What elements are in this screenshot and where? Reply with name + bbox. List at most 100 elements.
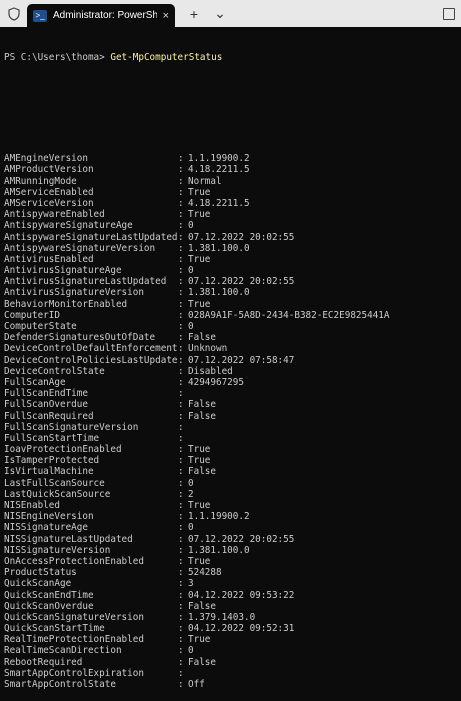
property-name: QuickScanAge — [4, 578, 72, 590]
status-row: IoavProtectionEnabled: True — [4, 444, 457, 455]
property-name: FullScanSignatureVersion — [4, 421, 139, 433]
property-name: RebootRequired — [4, 656, 83, 668]
separator: : — [178, 500, 184, 511]
property-value: Disabled — [188, 365, 233, 377]
property-name: AntivirusSignatureAge — [4, 265, 122, 277]
status-row: ComputerState:0 — [4, 321, 457, 332]
separator: : — [178, 321, 184, 332]
separator: : — [178, 544, 184, 556]
maximize-button[interactable] — [443, 0, 455, 27]
property-name: FullScanStartTime — [4, 432, 100, 444]
status-row: FullScanEndTime: — [4, 388, 457, 399]
property-value: 4294967295 — [188, 376, 244, 388]
status-row: AMEngineVersion:1.1.19900.2 — [4, 153, 457, 164]
separator: : — [178, 589, 184, 601]
property-name: DeviceControlDefaultEnforcement — [4, 343, 178, 355]
separator: : — [178, 432, 184, 444]
separator: : — [178, 645, 184, 657]
status-row: AntivirusEnabled: True — [4, 254, 457, 265]
property-value: 04.12.2022 09:52:31 — [188, 623, 295, 635]
property-value: 0 — [188, 321, 194, 332]
property-value: 04.12.2022 09:53:22 — [188, 589, 295, 601]
separator: : — [178, 276, 184, 288]
property-value: 524288 — [188, 567, 222, 579]
status-row: AntispywareEnabled: True — [4, 209, 457, 220]
separator: : — [178, 376, 184, 388]
separator: : — [178, 623, 184, 635]
property-value: 4.18.2211.5 — [188, 197, 250, 209]
property-name: DeviceControlPoliciesLastUpdated — [4, 354, 178, 366]
status-row: AntivirusSignatureAge:0 — [4, 265, 457, 276]
property-value — [188, 433, 457, 444]
property-value: True — [188, 455, 211, 467]
status-row: OnAccessProtectionEnabled: True — [4, 556, 457, 567]
separator: : — [178, 421, 184, 433]
separator: : — [178, 567, 184, 579]
property-value: False — [188, 600, 216, 612]
property-name: NISSignatureAge — [4, 522, 88, 534]
property-value: 1.379.1403.0 — [188, 611, 256, 623]
tab-powershell[interactable]: >_ Administrator: PowerShell kla × — [27, 4, 175, 27]
status-row: AMServiceEnabled: True — [4, 187, 457, 198]
chevron-down-icon[interactable]: ⌄ — [213, 5, 227, 22]
status-row: NISSignatureAge:0 — [4, 522, 457, 533]
separator: : — [178, 555, 184, 567]
separator: : — [178, 511, 184, 523]
property-name: LastQuickScanSource — [4, 488, 111, 500]
prompt-text: PS C:\Users\thoma> — [4, 52, 111, 64]
property-value: 1.381.100.0 — [188, 242, 250, 254]
status-row: ComputerID:028A9A1F-5A8D-2434-B382-EC2E9… — [4, 310, 457, 321]
maximize-icon — [443, 7, 455, 20]
property-value: 1.1.19900.2 — [188, 511, 250, 523]
property-value: 3 — [188, 578, 194, 590]
status-row: QuickScanSignatureVersion:1.379.1403.0 — [4, 612, 457, 623]
separator: : — [178, 343, 184, 355]
property-value: 07.12.2022 07:58:47 — [188, 354, 295, 366]
status-row: AntispywareSignatureVersion:1.381.100.0 — [4, 243, 457, 254]
property-value: Off — [188, 679, 205, 690]
property-name: FullScanAge — [4, 376, 66, 388]
property-name: ComputerID — [4, 309, 60, 321]
new-tab-button[interactable]: + — [187, 6, 201, 22]
command-text: Get-MpComputerStatus — [110, 52, 223, 64]
status-row: FullScanOverdue: False — [4, 399, 457, 410]
status-row: FullScanRequired: False — [4, 411, 457, 422]
property-value — [188, 422, 457, 433]
status-row: QuickScanOverdue: False — [4, 601, 457, 612]
separator: : — [178, 265, 184, 277]
property-value: 1.381.100.0 — [188, 287, 250, 299]
property-name: AMServiceVersion — [4, 197, 94, 209]
property-name: AMRunningMode — [4, 175, 77, 187]
separator: : — [178, 578, 184, 590]
separator: : — [178, 332, 184, 344]
status-row: QuickScanAge:3 — [4, 578, 457, 589]
property-name: NISEngineVersion — [4, 511, 94, 523]
property-name: AMServiceEnabled — [4, 186, 94, 198]
status-row: FullScanStartTime: — [4, 433, 457, 444]
property-value: True — [188, 209, 211, 221]
separator: : — [178, 365, 184, 377]
separator: : — [178, 533, 184, 545]
separator: : — [178, 455, 184, 467]
property-value: 0 — [188, 477, 194, 489]
status-row: AMServiceVersion:4.18.2211.5 — [4, 198, 457, 209]
property-value: True — [188, 555, 211, 567]
property-name: AMProductVersion — [4, 164, 94, 176]
property-value: True — [188, 186, 211, 198]
property-name: NISSignatureVersion — [4, 544, 111, 556]
separator: : — [178, 679, 184, 690]
status-list: AMEngineVersion:1.1.19900.2 AMProductVers… — [4, 153, 457, 690]
separator: : — [178, 164, 184, 176]
tab-title: Administrator: PowerShell kla — [53, 10, 157, 21]
property-name: AntispywareEnabled — [4, 209, 105, 221]
status-row: NISSignatureLastUpdated:07.12.2022 20:02… — [4, 534, 457, 545]
separator: : — [178, 298, 184, 310]
separator: : — [178, 656, 184, 668]
separator: : — [178, 197, 184, 209]
separator: : — [178, 444, 184, 456]
title-bar: >_ Administrator: PowerShell kla × + ⌄ — [0, 0, 461, 27]
separator: : — [178, 488, 184, 500]
separator: : — [178, 634, 184, 646]
close-tab-icon[interactable]: × — [163, 10, 169, 22]
status-row: AntivirusSignatureVersion:1.381.100.0 — [4, 287, 457, 298]
